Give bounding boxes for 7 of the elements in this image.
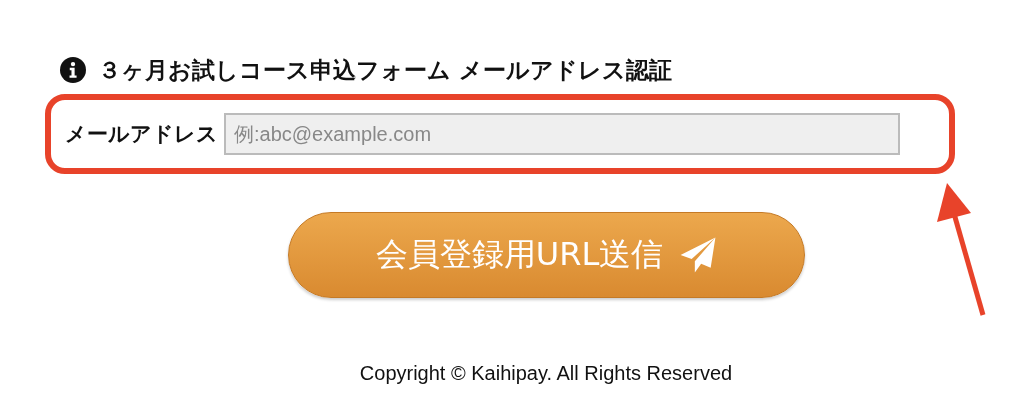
copyright-text: Copyright © Kaihipay. All Rights Reserved bbox=[358, 362, 734, 385]
submit-button[interactable]: 会員登録用URL送信 bbox=[288, 212, 805, 298]
email-field[interactable]: 例:abc@example.com bbox=[224, 113, 900, 155]
info-icon bbox=[60, 57, 86, 83]
paper-plane-icon bbox=[679, 236, 718, 274]
form-title: ３ヶ月お試しコース申込フォーム メールアドレス認証 bbox=[98, 55, 672, 85]
email-label: メールアドレス bbox=[65, 121, 218, 148]
